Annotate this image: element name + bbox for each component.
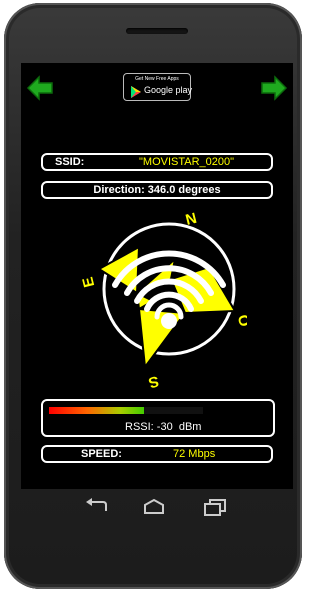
speed-value: 72 Mbps xyxy=(173,448,216,460)
badge-top-text: Get New Free Apps xyxy=(135,76,179,82)
direction-field: Direction: 346.0 degrees xyxy=(41,181,273,199)
rssi-value: -30 xyxy=(156,421,173,433)
next-arrow-icon[interactable] xyxy=(260,75,288,101)
badge-main-text: Google play xyxy=(144,85,193,95)
compass-letter-east: E xyxy=(79,275,98,289)
rssi-panel: RSSI: -30 dBm xyxy=(41,399,275,437)
phone-frame: Get New Free Apps Google play SSID: "MOV… xyxy=(4,3,302,589)
app-screen: Get New Free Apps Google play SSID: "MOV… xyxy=(21,63,293,489)
wifi-compass: N E S O xyxy=(79,210,247,391)
ssid-value: "MOVISTAR_0200" xyxy=(139,156,235,168)
back-icon[interactable] xyxy=(84,497,108,517)
speaker-grille xyxy=(126,28,188,34)
speed-field: SPEED: 72 Mbps xyxy=(41,445,273,463)
rssi-readout: RSSI: -30 dBm xyxy=(125,421,201,433)
previous-arrow-icon[interactable] xyxy=(26,75,54,101)
compass-letter-west: O xyxy=(234,313,247,329)
wifi-dot xyxy=(161,313,177,329)
compass-letter-south: S xyxy=(147,372,161,391)
direction-text: Direction: 346.0 degrees xyxy=(93,184,221,196)
recents-icon[interactable] xyxy=(202,497,228,517)
android-nav-bar xyxy=(4,497,302,521)
home-icon[interactable] xyxy=(142,497,166,517)
rssi-meter xyxy=(49,407,203,414)
ssid-label: SSID: xyxy=(55,156,85,168)
rssi-unit: dBm xyxy=(178,421,202,433)
google-play-badge[interactable]: Get New Free Apps Google play xyxy=(123,73,193,101)
ssid-field: SSID: "MOVISTAR_0200" xyxy=(41,153,273,171)
rssi-label: RSSI: xyxy=(125,421,154,433)
rssi-meter-fill xyxy=(49,407,145,414)
play-triangle-icon xyxy=(131,86,141,98)
speed-label: SPEED: xyxy=(81,448,122,460)
